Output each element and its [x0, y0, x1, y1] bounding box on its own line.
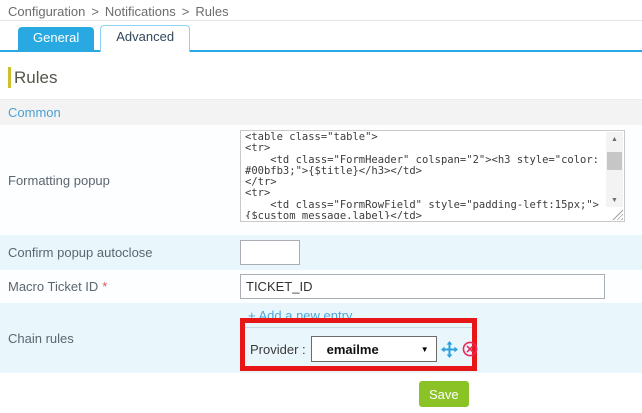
save-button[interactable]: Save	[419, 381, 469, 407]
provider-label: Provider :	[250, 342, 306, 357]
delete-icon[interactable]	[462, 341, 478, 357]
breadcrumb-item-rules[interactable]: Rules	[195, 4, 228, 19]
breadcrumb-separator: >	[91, 4, 99, 19]
chevron-down-icon: ▼	[421, 345, 436, 354]
resize-grip-icon[interactable]	[612, 209, 623, 220]
tab-bar: General Advanced	[0, 28, 642, 52]
chain-rule-entry: Provider : emailme ▼	[245, 327, 472, 362]
highlight-box: Provider : emailme ▼	[240, 318, 477, 371]
scrollbar-thumb[interactable]	[607, 152, 622, 170]
move-icon[interactable]	[441, 341, 458, 358]
form-row-macro-ticket-id: Macro Ticket ID *	[0, 270, 642, 303]
scroll-up-icon[interactable]: ▲	[606, 132, 623, 146]
form-row-formatting-popup: Formatting popup <table class="table"> <…	[0, 125, 642, 235]
formatting-popup-code-editor[interactable]: <table class="table"> <tr> <td class="Fo…	[240, 130, 625, 222]
form-row-confirm-popup-autoclose: Confirm popup autoclose	[0, 235, 642, 270]
provider-select-value: emailme	[312, 342, 379, 357]
breadcrumb: Configuration > Notifications > Rules	[0, 0, 642, 21]
tab-advanced[interactable]: Advanced	[100, 25, 190, 52]
breadcrumb-separator: >	[182, 4, 190, 19]
macro-ticket-id-label: Macro Ticket ID *	[0, 270, 240, 303]
required-asterisk: *	[102, 279, 107, 294]
breadcrumb-item-configuration[interactable]: Configuration	[8, 4, 85, 19]
confirm-popup-autoclose-label: Confirm popup autoclose	[0, 235, 240, 270]
chain-rules-label: Chain rules	[0, 303, 240, 373]
confirm-popup-autoclose-input[interactable]	[240, 240, 300, 265]
section-header-common: Common	[0, 99, 642, 125]
macro-ticket-id-input[interactable]	[240, 274, 605, 299]
breadcrumb-item-notifications[interactable]: Notifications	[105, 4, 176, 19]
code-text[interactable]: <table class="table"> <tr> <td class="Fo…	[245, 132, 603, 219]
page-title: Rules	[8, 67, 57, 88]
formatting-popup-label: Formatting popup	[0, 125, 240, 235]
provider-select[interactable]: emailme ▼	[311, 336, 437, 362]
tab-general[interactable]: General	[18, 27, 94, 50]
scroll-down-icon[interactable]: ▼	[606, 193, 623, 207]
code-scrollbar[interactable]: ▲ ▼	[606, 132, 623, 207]
section-title: Common	[8, 105, 61, 120]
form-row-chain-rules: Chain rules + Add a new entry Provider :…	[0, 303, 642, 373]
